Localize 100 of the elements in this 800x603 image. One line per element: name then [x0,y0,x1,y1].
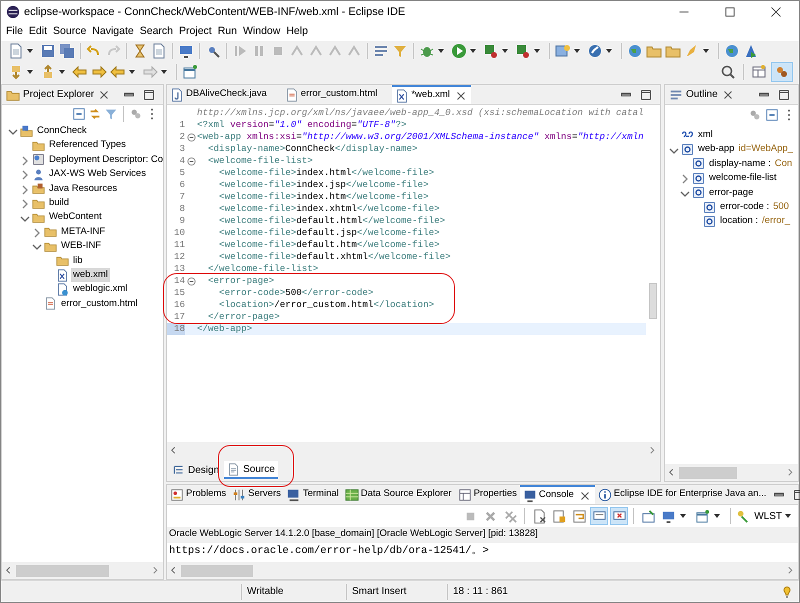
tree-item[interactable]: META-INF [59,224,108,240]
view-tab[interactable]: Data Source Explorer [342,485,455,504]
menu-item[interactable]: Help [283,24,311,40]
forward-edit-icon[interactable] [90,63,108,81]
tree-item[interactable]: error_custom.html [59,296,140,311]
tree-item[interactable]: Deployment Descriptor: Co [47,152,163,168]
scrollbar-thumb[interactable] [16,564,110,576]
tree-item[interactable]: error-page [707,186,756,200]
menu-item[interactable]: Edit [26,24,50,40]
code-line: <welcome-file>default.jsp</welcome-file> [218,227,440,239]
menu-item[interactable]: Project [176,24,215,40]
menu-item[interactable]: Source [50,24,90,40]
html-file-icon [44,297,57,310]
save-icon[interactable] [39,42,57,60]
line-number: 17 [172,311,185,323]
back-icon[interactable] [109,63,127,81]
tree-item[interactable]: build [47,196,72,210]
view-tab[interactable]: Eclipse IDE for Enterprise Java an... [594,485,770,504]
show-output-icon[interactable] [590,507,608,525]
tree-item[interactable]: display-name : [707,156,773,172]
view-menu-icon[interactable] [748,108,762,122]
view-tab[interactable]: Properties [454,485,520,504]
line-number: 9 [178,215,185,227]
menu-item[interactable]: Window [240,24,284,40]
tree-item[interactable]: Java Resources [47,182,120,196]
filter-icon[interactable] [104,107,118,121]
view-tab[interactable]: Problems [167,485,230,504]
tree-item[interactable]: Referenced Types [47,138,128,153]
schema-hint-line: http://xmlns.jcp.org/xml/ns/javaee/web-app_4_0.xsd (xsi:schemaLocation with catal [196,107,645,119]
scrollbar-thumb[interactable] [181,564,254,576]
save-all-icon[interactable] [58,42,76,60]
globe-icon[interactable] [723,42,741,60]
collapse-all-icon[interactable] [72,107,86,121]
java-icon [170,88,184,102]
scrollbar-thumb[interactable] [679,466,737,478]
show-error-icon[interactable] [610,507,628,525]
pin-editor-icon[interactable] [181,63,199,81]
tree-item-value: 500 [773,200,789,214]
menu-item[interactable]: Navigate [89,24,137,40]
tree-item-value: /error_ [762,214,790,228]
tree-item[interactable]: weblogic.xml [71,282,130,297]
wlst-button[interactable]: WLST [736,508,782,524]
tree-item[interactable]: xml [696,128,715,142]
element-file-icon [703,200,716,214]
tree-item[interactable]: welcome-file-list [707,171,779,186]
xml-file-icon [56,268,69,282]
line-number: 14 [172,275,185,287]
view-tab[interactable]: Terminal [284,485,342,504]
line-number: 18 [167,323,185,335]
menu-item[interactable]: Run [214,24,240,40]
tree-item[interactable]: WebContent [47,210,104,225]
html-icon [284,88,299,102]
code-line: <?xml version="1.0" encoding="UTF-8"?> [197,119,407,131]
code-line: <welcome-file>index.xhtml</welcome-file> [218,203,440,215]
tree-item[interactable]: lib [71,254,85,268]
line-number: 5 [178,167,185,179]
tree-item[interactable]: WEB-INF [59,239,104,254]
fold-icon[interactable] [185,131,197,143]
code-line: <welcome-file>index.htm</welcome-file> [218,191,429,203]
tree-item[interactable]: ConnCheck [35,124,89,138]
collapse-all-icon[interactable] [765,108,779,122]
scrollbar-thumb[interactable] [649,283,657,319]
tree-item[interactable]: JAX-WS Web Services [47,167,148,182]
fold-icon[interactable] [185,275,197,287]
view-tab[interactable]: Console [520,485,595,504]
code-line: <welcome-file>default.htm</welcome-file> [218,239,440,251]
webservice-file-icon [32,168,45,181]
code-line: <welcome-file>default.xhtml</welcome-file> [218,251,451,263]
code-line: <web-app xmlns:xsi="http://www.w3.org/2001/XMLSchema-instance" xmlns="http://xmln [197,131,644,143]
source-icon [227,462,240,476]
view-tab[interactable]: Servers [229,485,284,504]
tree-item[interactable]: location : [718,214,760,229]
code-line: <location>/error_custom.html</location> [218,299,434,311]
link-editor-icon[interactable] [88,107,102,121]
menu-item[interactable]: File [3,24,26,40]
line-number: 8 [178,203,185,215]
editor-tab[interactable]: DBAliveCheck.java [167,85,270,104]
editor-mode-tab[interactable]: Design [169,461,222,479]
editor-tab[interactable]: *web.xml [392,85,471,104]
fold-icon[interactable] [185,155,197,167]
run-icon[interactable] [450,42,468,60]
tree-item[interactable]: web-app [696,142,736,157]
editor-mode-tab[interactable]: Source [224,461,278,479]
line-number: 11 [172,239,185,251]
perspective-icon[interactable] [771,62,793,82]
menu-item[interactable]: Search [136,24,176,40]
tree-item[interactable]: error-code : [718,200,772,214]
editor-tab[interactable]: error_custom.html [282,85,380,104]
xml-icon [395,88,410,102]
web-service-icon[interactable] [626,42,644,60]
code-line: <welcome-file>index.html</welcome-file> [218,167,434,179]
line-number: 2 [178,131,185,143]
design-icon [172,464,185,476]
element-file-icon [703,215,716,228]
code-line: </welcome-file-list> [207,263,318,275]
line-number: 13 [172,263,185,275]
tree-item[interactable]: web.xml [71,268,110,282]
last-edit-icon[interactable] [71,63,89,81]
line-number: 6 [178,179,185,191]
console-label: Oracle WebLogic Server 14.1.2.0 [base_domain] [Oracle WebLogic Server] [pid: 13828] [167,527,798,543]
